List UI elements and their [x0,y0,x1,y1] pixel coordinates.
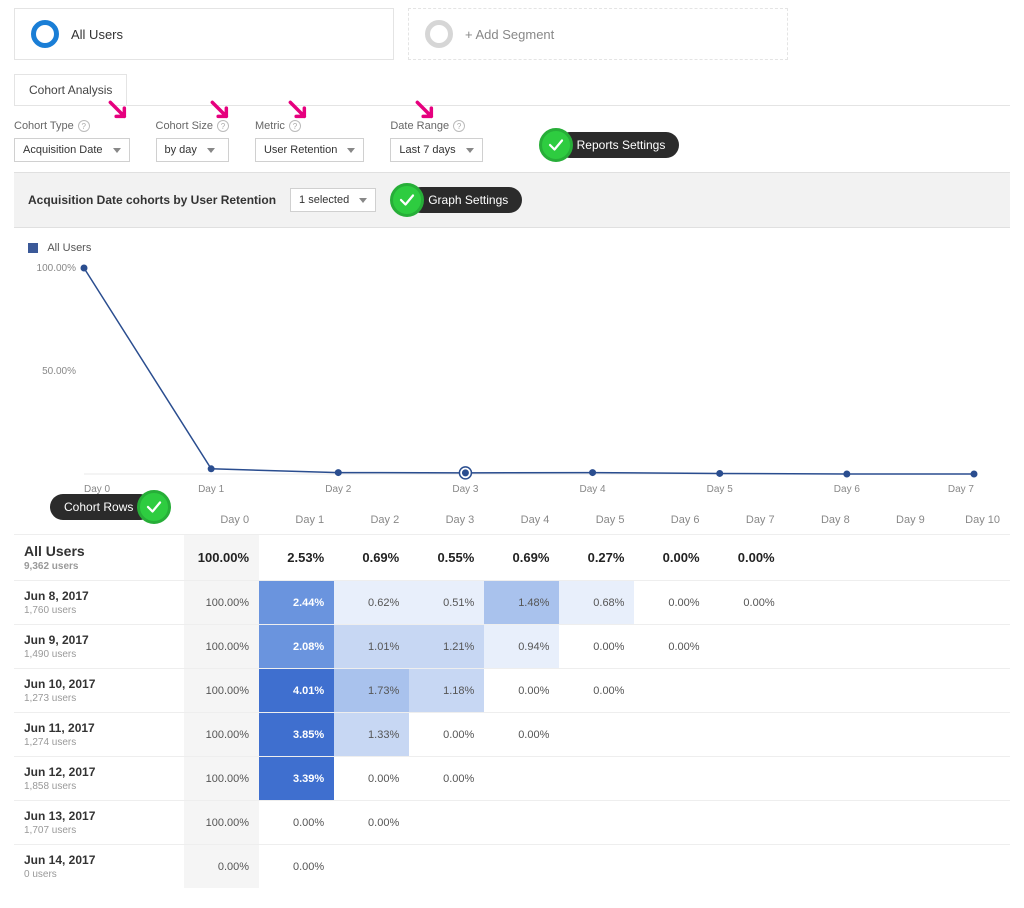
legend-label: All Users [47,242,91,254]
date-range-label: Date Range ? [390,120,482,132]
graph-header-bar: Acquisition Date cohorts by User Retenti… [14,172,1010,228]
table-header: Day 7 [710,506,785,535]
help-icon[interactable]: ? [78,120,90,132]
table-header: Day 10 [935,506,1010,535]
graph-subtitle: Acquisition Date cohorts by User Retenti… [28,193,276,207]
retention-chart: All Users 100.00%50.00%Day 0Day 1Day 2Da… [0,228,1024,506]
metric-dropdown[interactable]: User Retention [255,138,364,162]
table-header: Day 4 [484,506,559,535]
table-header: Day 1 [259,506,334,535]
cohort-table: Day 0Day 1Day 2Day 3Day 4Day 5Day 6Day 7… [14,506,1010,888]
svg-text:Day 3: Day 3 [452,484,479,495]
svg-text:Day 6: Day 6 [834,484,861,495]
report-controls: Cohort Type ? Acquisition Date Cohort Si… [0,106,1024,172]
date-range-dropdown[interactable]: Last 7 days [390,138,482,162]
segment-label: All Users [71,27,123,42]
table-header: Day 9 [860,506,935,535]
segment-ring-icon [31,20,59,48]
cohort-size-label: Cohort Size ? [156,120,229,132]
tab-strip: Cohort Analysis [14,74,1010,106]
table-summary-row: All Users9,362 users100.00%2.53%0.69%0.5… [14,535,1010,581]
svg-text:Day 4: Day 4 [580,484,607,495]
table-row: Jun 14, 20170 users0.00%0.00% [14,845,1010,889]
segment-all-users[interactable]: All Users [14,8,394,60]
cohort-rows-badge: Cohort Rows [50,490,171,524]
caret-down-icon [207,148,215,153]
legend-swatch-icon [28,243,38,253]
table-header: Day 0 [184,506,259,535]
table-row: Jun 13, 20171,707 users100.00%0.00%0.00% [14,801,1010,845]
table-row: Jun 12, 20171,858 users100.00%3.39%0.00%… [14,757,1010,801]
cohort-type-label: Cohort Type ? [14,120,130,132]
reports-settings-badge: Reports Settings [539,128,680,162]
cohort-size-dropdown[interactable]: by day [156,138,229,162]
metric-label: Metric ? [255,120,364,132]
caret-down-icon [466,148,474,153]
caret-down-icon [347,148,355,153]
table-header: Day 8 [785,506,860,535]
table-row: Jun 8, 20171,760 users100.00%2.44%0.62%0… [14,581,1010,625]
svg-text:Day 1: Day 1 [198,484,225,495]
svg-text:50.00%: 50.00% [42,366,76,377]
check-icon [390,183,424,217]
add-segment-ring-icon [425,20,453,48]
help-icon[interactable]: ? [289,120,301,132]
table-row: Jun 10, 20171,273 users100.00%4.01%1.73%… [14,669,1010,713]
table-header: Day 6 [634,506,709,535]
svg-text:Day 2: Day 2 [325,484,352,495]
cohort-type-dropdown[interactable]: Acquisition Date [14,138,130,162]
svg-text:100.00%: 100.00% [37,263,77,274]
caret-down-icon [113,148,121,153]
segment-add[interactable]: + Add Segment [408,8,788,60]
help-icon[interactable]: ? [453,120,465,132]
caret-down-icon [359,198,367,203]
check-icon [539,128,573,162]
tab-cohort-analysis[interactable]: Cohort Analysis [14,74,127,105]
help-icon[interactable]: ? [217,120,229,132]
table-row: Jun 11, 20171,274 users100.00%3.85%1.33%… [14,713,1010,757]
check-icon [137,490,171,524]
add-segment-label: + Add Segment [465,27,554,42]
svg-text:Day 5: Day 5 [707,484,734,495]
graph-settings-badge: Graph Settings [390,183,522,217]
table-row: Jun 9, 20171,490 users100.00%2.08%1.01%1… [14,625,1010,669]
table-header: Day 5 [559,506,634,535]
line-chart-svg: 100.00%50.00%Day 0Day 1Day 2Day 3Day 4Da… [24,258,984,498]
series-selected-dropdown[interactable]: 1 selected [290,188,376,212]
svg-text:Day 7: Day 7 [948,484,975,495]
table-header: Day 3 [409,506,484,535]
table-header: Day 2 [334,506,409,535]
